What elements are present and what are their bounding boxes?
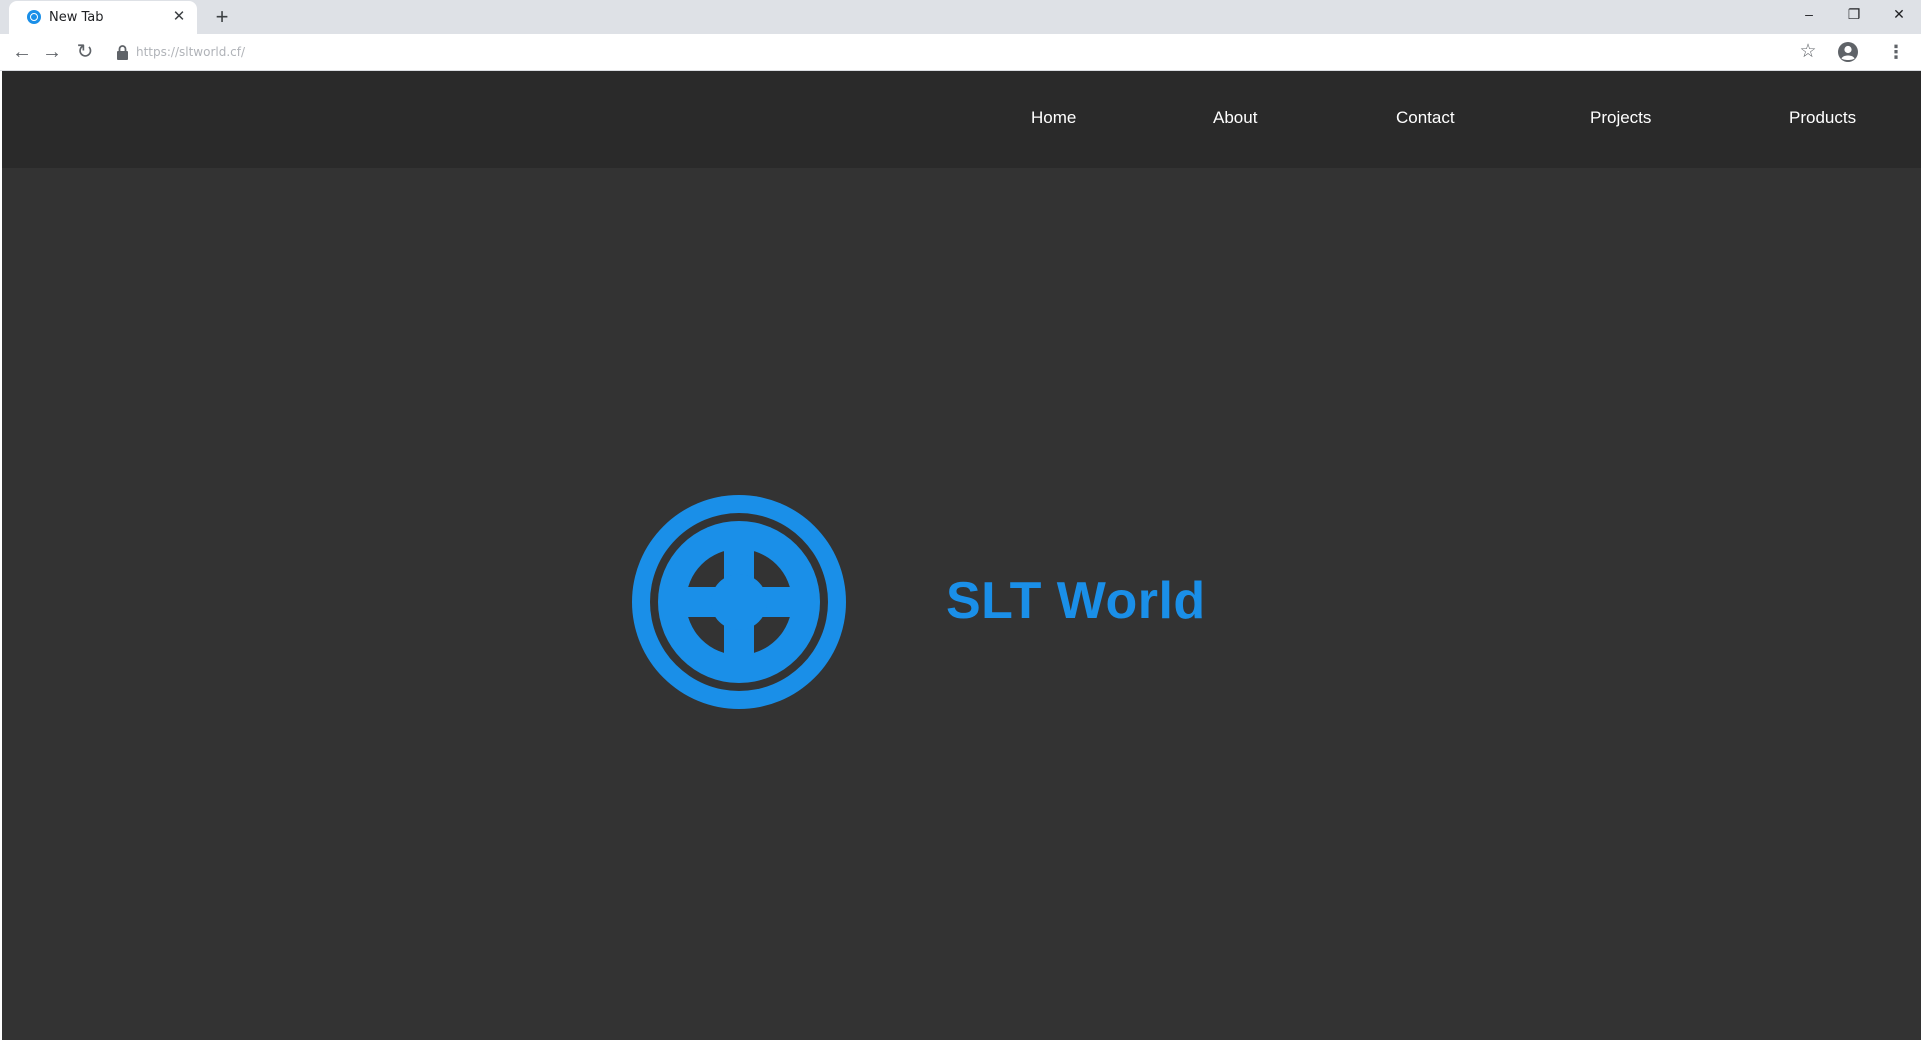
browser-window: New Tab ✕ + – ❐ ✕ ← → ↻ https://sltworld… bbox=[0, 0, 1921, 1040]
nav-link-contact[interactable]: Contact bbox=[1396, 108, 1455, 128]
profile-avatar-icon[interactable] bbox=[1836, 40, 1860, 64]
forward-button[interactable]: → bbox=[40, 40, 64, 64]
new-tab-button[interactable]: + bbox=[210, 5, 234, 29]
minimize-button[interactable]: – bbox=[1786, 0, 1832, 30]
lock-icon bbox=[117, 45, 128, 60]
slt-logo-icon bbox=[27, 10, 41, 24]
url-text[interactable]: https://sltworld.cf/ bbox=[136, 45, 245, 59]
tab-new-tab[interactable]: New Tab ✕ bbox=[9, 1, 197, 34]
site-navbar: Home About Contact Projects Products bbox=[2, 71, 1921, 168]
tab-strip: New Tab ✕ + – ❐ ✕ bbox=[0, 0, 1921, 34]
reload-button[interactable]: ↻ bbox=[73, 40, 97, 64]
page-viewport: Home About Contact Projects Products SLT… bbox=[2, 71, 1921, 1040]
maximize-button[interactable]: ❐ bbox=[1831, 0, 1877, 30]
address-bar[interactable]: https://sltworld.cf/ bbox=[108, 38, 1788, 66]
bookmark-star-icon[interactable]: ☆ bbox=[1796, 40, 1820, 64]
window-close-button[interactable]: ✕ bbox=[1876, 0, 1921, 30]
tab-title: New Tab bbox=[49, 10, 104, 25]
nav-link-about[interactable]: About bbox=[1213, 108, 1257, 128]
browser-menu-icon[interactable]: ⋮ bbox=[1884, 40, 1908, 64]
nav-link-projects[interactable]: Projects bbox=[1590, 108, 1651, 128]
nav-link-home[interactable]: Home bbox=[1031, 108, 1076, 128]
browser-toolbar: ← → ↻ https://sltworld.cf/ ☆ ⋮ bbox=[0, 34, 1921, 71]
close-icon[interactable]: ✕ bbox=[171, 9, 187, 25]
slt-logo-icon bbox=[632, 495, 846, 709]
nav-link-products[interactable]: Products bbox=[1789, 108, 1856, 128]
hero-title: SLT World bbox=[946, 572, 1206, 630]
back-button[interactable]: ← bbox=[10, 40, 34, 64]
